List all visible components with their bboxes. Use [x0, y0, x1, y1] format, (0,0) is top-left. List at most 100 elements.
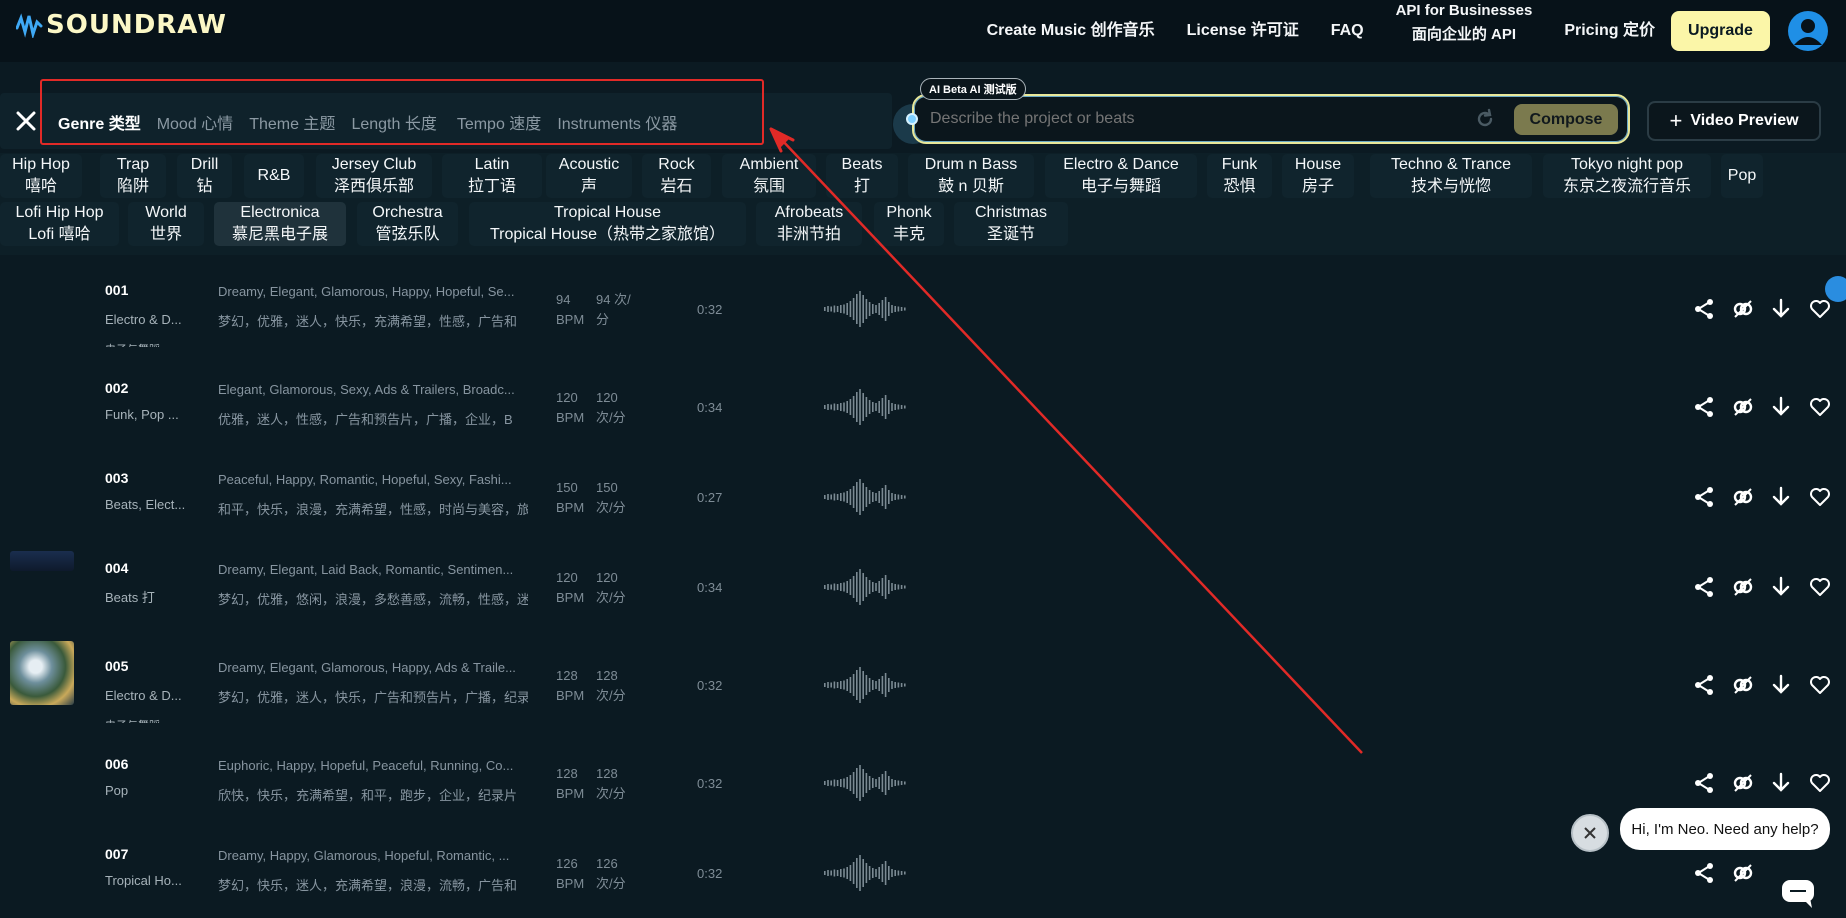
tab-length[interactable]: Length 长度: [351, 110, 436, 134]
share-icon[interactable]: [1692, 575, 1716, 599]
bpm-unit: BPM: [556, 786, 585, 801]
nav-license[interactable]: License 许可证: [1187, 17, 1299, 45]
similar-link-icon[interactable]: [1731, 485, 1755, 509]
chat-greeting-bubble[interactable]: Hi, I'm Neo. Need any help?: [1620, 808, 1830, 850]
chat-launcher-button[interactable]: [1766, 860, 1832, 918]
waveform-bar: [856, 482, 858, 512]
genre-chip-tropical-house[interactable]: Tropical House Tropical House（热带之家旅馆）: [469, 202, 746, 246]
genre-chip-trap[interactable]: Trap 陷阱: [100, 154, 166, 198]
favorite-heart-icon[interactable]: [1808, 395, 1832, 419]
nav-faq[interactable]: FAQ: [1331, 17, 1364, 45]
genre-chip-latin[interactable]: Latin 拉丁语: [442, 154, 542, 198]
user-avatar-icon[interactable]: [1788, 11, 1828, 51]
genre-chip-christmas[interactable]: Christmas 圣诞节: [954, 202, 1068, 246]
genre-chip-pop[interactable]: Pop: [1721, 154, 1763, 198]
genre-chip-jersey-club[interactable]: Jersey Club 泽西俱乐部: [316, 154, 432, 198]
genre-chip-drum-n-bass[interactable]: Drum n Bass 鼓 n 贝斯: [908, 154, 1034, 198]
download-icon[interactable]: [1769, 771, 1793, 795]
download-icon[interactable]: [1769, 297, 1793, 321]
share-icon[interactable]: [1692, 395, 1716, 419]
genre-chip-electro-dance[interactable]: Electro & Dance 电子与舞蹈: [1045, 154, 1197, 198]
waveform-bar: [843, 868, 845, 878]
waveform-bar: [824, 871, 826, 875]
share-icon[interactable]: [1692, 485, 1716, 509]
waveform-bar: [868, 776, 871, 790]
favorite-heart-icon[interactable]: [1808, 575, 1832, 599]
genre-chip-beats[interactable]: Beats 打: [826, 154, 898, 198]
track-thumbnail[interactable]: [10, 551, 74, 571]
ai-prompt-input[interactable]: [930, 110, 1450, 128]
ai-toggle-knob[interactable]: [906, 113, 918, 125]
genre-chip-acoustic[interactable]: Acoustic 声: [546, 154, 632, 198]
waveform-bar: [824, 495, 826, 499]
genre-chip-funk[interactable]: Funk 恐惧: [1207, 154, 1272, 198]
genre-chip-phonk[interactable]: Phonk 丰克: [874, 202, 944, 246]
similar-link-icon[interactable]: [1731, 673, 1755, 697]
share-icon[interactable]: [1692, 861, 1716, 885]
genre-chip-ambient[interactable]: Ambient 氛围: [722, 154, 816, 198]
genre-chip-tokyo-night-pop[interactable]: Tokyo night pop 东京之夜流行音乐: [1543, 154, 1711, 198]
genre-chip-house[interactable]: House 房子: [1282, 154, 1354, 198]
similar-link-icon[interactable]: [1731, 297, 1755, 321]
favorite-heart-icon[interactable]: [1808, 485, 1832, 509]
genre-chip-orchestra[interactable]: Orchestra 管弦乐队: [357, 202, 458, 246]
waveform-icon[interactable]: [822, 289, 910, 329]
waveform-icon[interactable]: [822, 665, 910, 705]
similar-link-icon[interactable]: [1731, 861, 1755, 885]
video-preview-button[interactable]: + Video Preview: [1647, 101, 1821, 141]
nav-api[interactable]: API for Businesses 面向企业的 API: [1396, 0, 1533, 47]
track-thumbnail[interactable]: [10, 641, 74, 705]
tab-instruments[interactable]: Instruments 仪器: [557, 110, 677, 134]
waveform-bar: [868, 580, 871, 594]
genre-chip-lofi-hip-hop[interactable]: Lofi Hip Hop Lofi 嘻哈: [0, 202, 119, 246]
genre-chip-afrobeats[interactable]: Afrobeats 非洲节拍: [756, 202, 862, 246]
waveform-bar: [856, 858, 858, 888]
download-icon[interactable]: [1769, 485, 1793, 509]
similar-link-icon[interactable]: [1731, 575, 1755, 599]
waveform-bar: [894, 306, 896, 312]
download-icon[interactable]: [1769, 673, 1793, 697]
similar-link-icon[interactable]: [1731, 395, 1755, 419]
tab-theme[interactable]: Theme 主题: [249, 110, 335, 134]
favorite-heart-icon[interactable]: [1808, 297, 1832, 321]
refresh-icon[interactable]: [1474, 108, 1496, 130]
tab-tempo[interactable]: Tempo 速度: [457, 110, 541, 134]
waveform-icon[interactable]: [822, 387, 910, 427]
track-moods-zh: 梦幻，优雅，迷人，快乐，广告和预告片，广播，纪录: [218, 690, 528, 705]
genre-chip-r-b[interactable]: R&B: [244, 154, 304, 198]
nav-pricing[interactable]: Pricing 定价: [1564, 17, 1655, 45]
share-icon[interactable]: [1692, 297, 1716, 321]
waveform-icon[interactable]: [822, 567, 910, 607]
upgrade-button[interactable]: Upgrade: [1671, 11, 1770, 51]
download-icon[interactable]: [1769, 395, 1793, 419]
genre-chip-hip-hop[interactable]: Hip Hop 嘻哈: [0, 154, 82, 198]
share-icon[interactable]: [1692, 673, 1716, 697]
waveform-icon[interactable]: [822, 477, 910, 517]
waveform-bar: [827, 682, 829, 688]
tab-genre[interactable]: Genre 类型: [58, 110, 141, 134]
bpm-value-zh: 128: [596, 668, 618, 683]
nav-create-music[interactable]: Create Music 创作音乐: [987, 17, 1155, 45]
favorite-heart-icon[interactable]: [1808, 673, 1832, 697]
download-icon[interactable]: [1769, 575, 1793, 599]
waveform-bar: [904, 405, 906, 409]
waveform-icon[interactable]: [822, 763, 910, 803]
genre-chip-techno-trance[interactable]: Techno & Trance 技术与恍惚: [1370, 154, 1532, 198]
genre-chip-world[interactable]: World 世界: [128, 202, 204, 246]
floating-tool-icon[interactable]: [1825, 276, 1846, 302]
track-actions: [1692, 395, 1832, 419]
genre-chip-drill[interactable]: Drill 钻: [177, 154, 232, 198]
waveform-bar: [846, 581, 848, 593]
chat-close-button[interactable]: [1571, 814, 1609, 852]
similar-link-icon[interactable]: [1731, 771, 1755, 795]
waveform-bar: [891, 779, 893, 787]
genre-chip-rock[interactable]: Rock 岩石: [642, 154, 711, 198]
soundraw-logo[interactable]: SOUNDRAW: [16, 10, 227, 40]
favorite-heart-icon[interactable]: [1808, 771, 1832, 795]
tab-mood[interactable]: Mood 心情: [157, 110, 233, 134]
close-filters-icon[interactable]: [12, 107, 40, 135]
compose-button[interactable]: Compose: [1514, 104, 1618, 135]
waveform-icon[interactable]: [822, 853, 910, 893]
genre-chip-electronica[interactable]: Electronica 慕尼黑电子展: [214, 202, 346, 246]
share-icon[interactable]: [1692, 771, 1716, 795]
